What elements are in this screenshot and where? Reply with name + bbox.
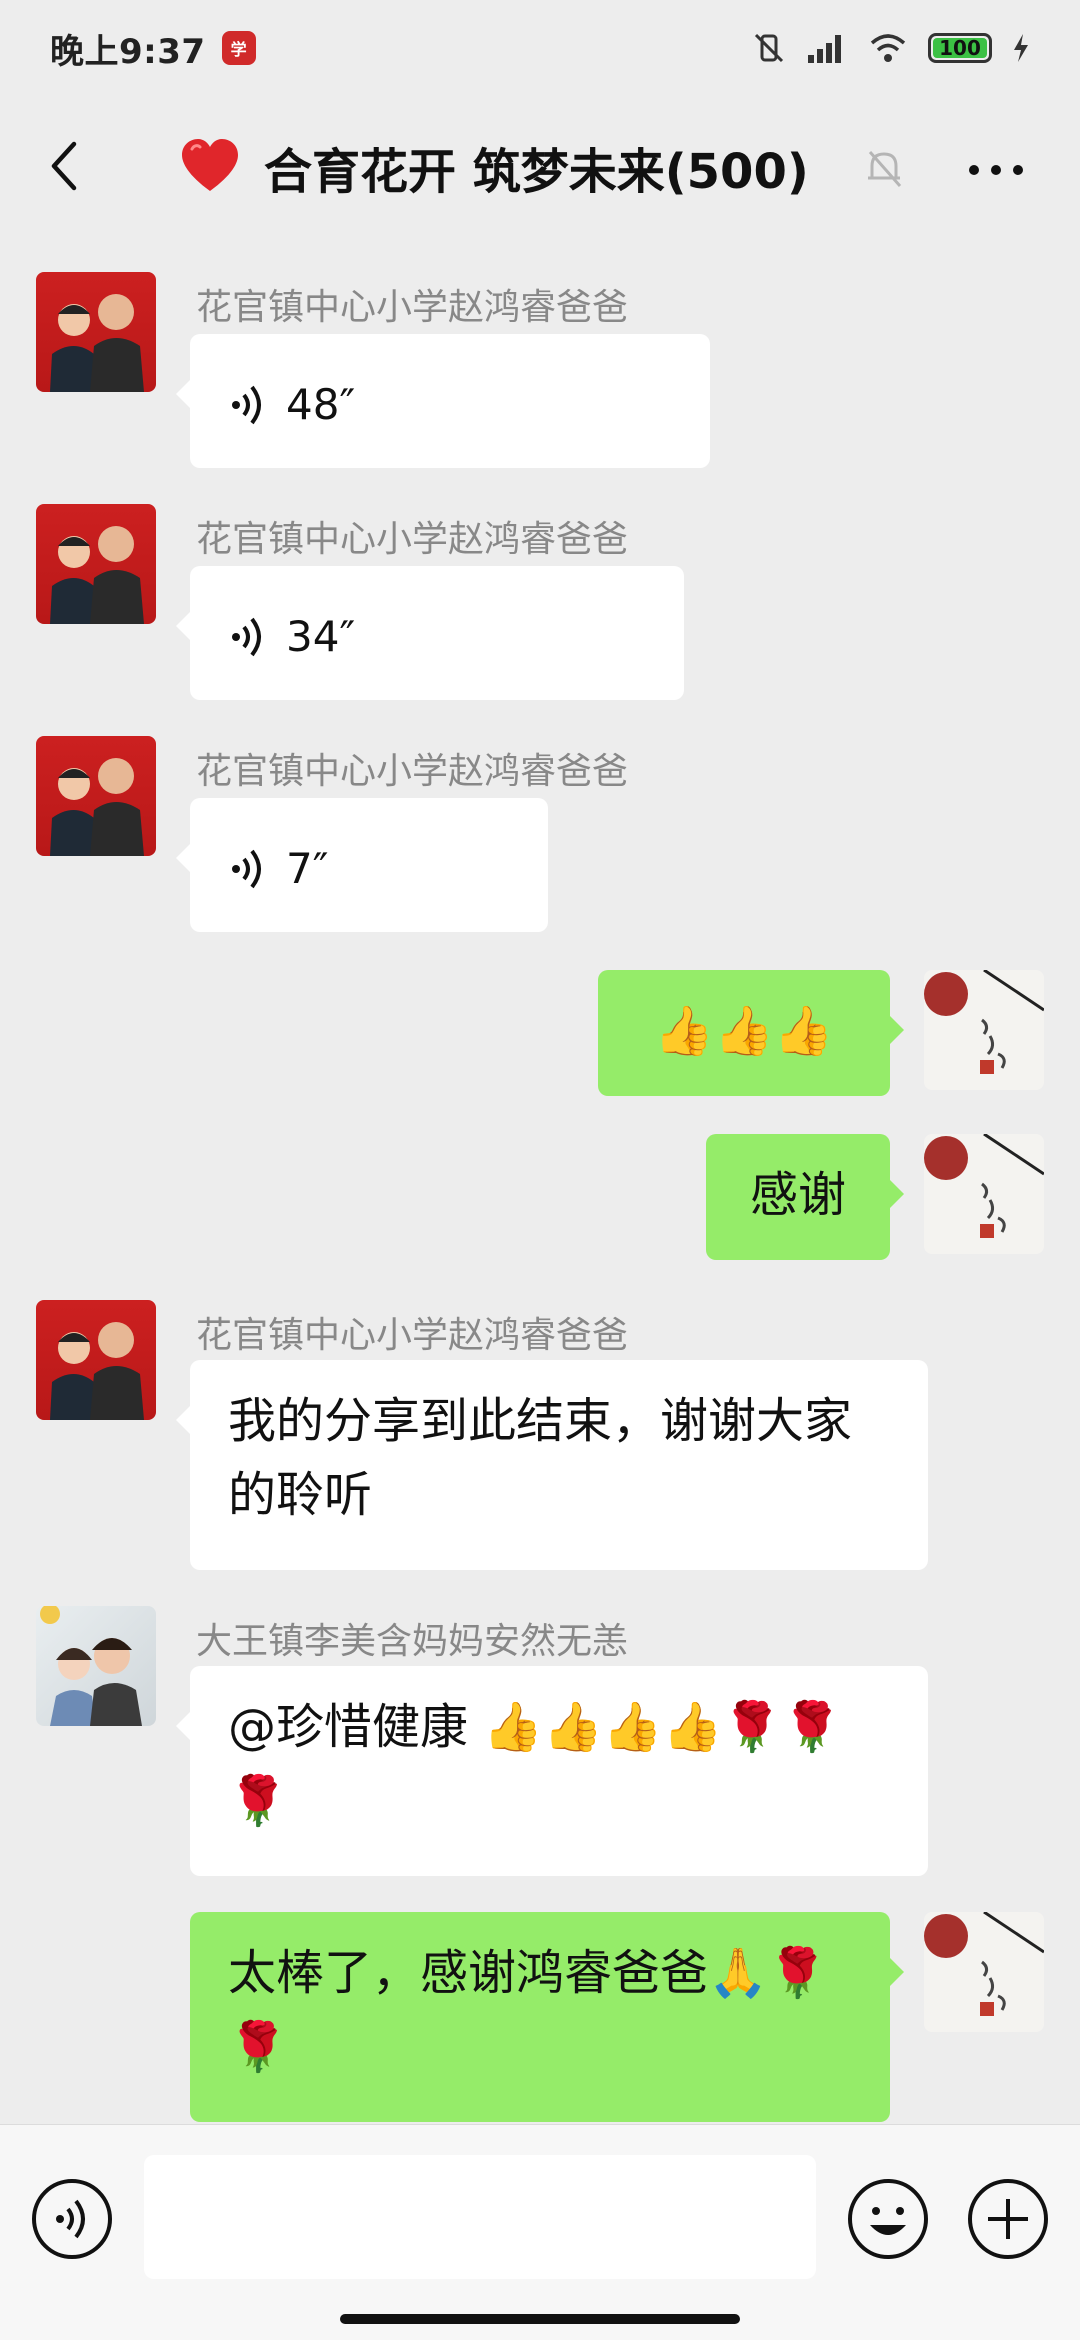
incoming-message-bubble[interactable]: @珍惜健康 👍👍👍👍🌹🌹🌹 [176,1666,928,1876]
voice-wave-icon [232,385,261,424]
voice-duration: 7″ [286,844,329,893]
avatar[interactable] [36,736,156,856]
sender-name: 花官镇中心小学赵鸿睿爸爸 [196,1315,629,1356]
sender-name: 花官镇中心小学赵鸿睿爸爸 [196,287,629,328]
emoji-icon[interactable] [846,2177,930,2261]
calligraphy-seal-photo [924,1134,1044,1238]
home-indicator[interactable] [340,2314,740,2324]
calligraphy-seal-photo [924,1912,1044,2016]
father-son-photo [50,526,144,624]
message-list[interactable]: 花官镇中心小学赵鸿睿爸爸 48″ 花官镇中心小学赵鸿睿爸爸 34″ 花官镇中心小… [0,242,1080,2124]
avatar[interactable] [36,504,156,624]
battery-icon: 100 [928,33,992,63]
outgoing-message-bubble[interactable]: 👍👍👍 [598,970,904,1096]
chat-title: 合育花开 筑梦未来(500) [264,144,809,200]
father-son-photo [50,1322,144,1420]
voice-message-bubble[interactable]: 34″ [176,566,684,700]
back-icon[interactable] [38,136,98,196]
input-bar [0,2124,1080,2340]
message-text: 👍👍👍 [654,1003,834,1059]
vibrate-off-icon [754,33,784,63]
father-son-photo [50,294,144,392]
mother-daughter-photo [40,1606,142,1726]
status-bar: 晚上9:37 学 100 [0,0,1080,96]
charging-icon [1014,34,1028,62]
father-son-photo [50,758,144,856]
plus-icon[interactable] [966,2177,1050,2261]
heart-icon [182,139,238,191]
voice-wave-icon [232,849,261,888]
sender-name: 花官镇中心小学赵鸿睿爸爸 [196,751,629,792]
status-icons: 100 [752,31,1030,65]
voice-message-bubble[interactable]: 7″ [176,798,548,932]
avatar[interactable] [36,272,156,392]
avatar[interactable] [36,1606,156,1726]
signal-icon [808,35,841,63]
my-avatar[interactable] [924,1912,1044,2032]
avatar[interactable] [36,1300,156,1420]
status-time: 晚上9:37 [50,31,206,72]
battery-level: 100 [933,36,987,60]
voice-duration: 48″ [286,380,356,429]
more-icon[interactable] [964,152,1028,188]
incoming-message-bubble[interactable]: 我的分享到此结束，谢谢大家的聆听 [176,1360,928,1570]
message-text: 我的分享到此结束，谢谢大家的聆听 [228,1393,853,1524]
chat-title-group[interactable]: 合育花开 筑梦未来(500) [178,132,809,202]
voice-message-bubble[interactable]: 48″ [176,334,710,468]
voice-input-icon[interactable] [30,2177,114,2261]
calligraphy-seal-photo [924,970,1044,1074]
outgoing-message-bubble[interactable]: 感谢 [706,1134,904,1260]
message-text: @珍惜健康 👍👍👍👍🌹🌹🌹 [228,1699,842,1830]
message-text: 感谢 [749,1167,846,1223]
message-input[interactable] [144,2155,816,2279]
my-avatar[interactable] [924,1134,1044,1254]
outgoing-message-bubble[interactable]: 太棒了，感谢鸿睿爸爸🙏🌹🌹 [190,1912,904,2122]
voice-duration: 34″ [286,612,356,661]
notification-app-icon: 学 [221,31,256,65]
sender-name: 大王镇李美含妈妈安然无恙 [196,1621,629,1662]
message-text: 太棒了，感谢鸿睿爸爸🙏🌹🌹 [228,1945,828,2076]
chat-header: 合育花开 筑梦未来(500) [0,96,1080,242]
wifi-icon [870,34,906,62]
sender-name: 花官镇中心小学赵鸿睿爸爸 [196,519,629,560]
my-avatar[interactable] [924,970,1044,1090]
voice-wave-icon [232,617,261,656]
mute-icon [868,151,902,187]
